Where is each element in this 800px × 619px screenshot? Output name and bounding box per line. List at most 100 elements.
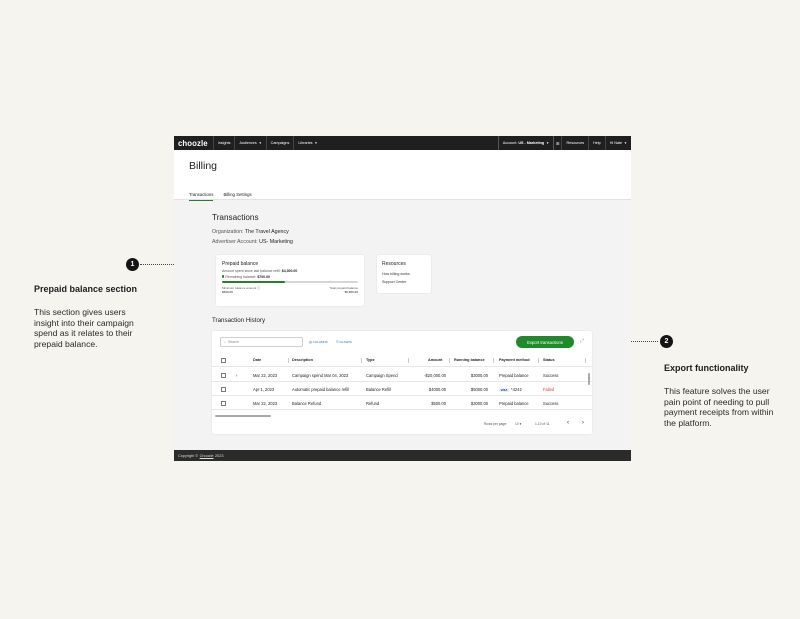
filters-label: FILTERS	[339, 340, 352, 344]
min-value: $500.00	[222, 290, 233, 294]
cell-status: Success	[543, 401, 559, 406]
footer-brand-link[interactable]: Choozle	[200, 454, 214, 458]
table-row[interactable]: Apr 1, 2023 Automatic prepaid balance re…	[212, 382, 592, 396]
spent-value: $4,300.00	[281, 269, 298, 273]
progress-fill	[222, 281, 285, 284]
table-header-row: Date Description Type Amount Running bal…	[212, 353, 592, 367]
cell-payment-method: Prepaid balance	[499, 373, 529, 378]
rows-per-page-value: 10	[515, 422, 519, 426]
nav-insights[interactable]: Insights	[212, 136, 235, 150]
table-row[interactable]: Mar 22, 2023 Balance Refund Refund $500.…	[212, 396, 592, 410]
col-type[interactable]: Type	[366, 358, 375, 362]
spent-line: Amount spent since last balance refill: …	[222, 269, 297, 273]
spent-label: Amount spent since last balance refill:	[222, 269, 281, 273]
col-payment-method[interactable]: Payment method	[499, 358, 530, 362]
account-switcher[interactable]: Account: US - Marketing ▼	[497, 136, 555, 150]
advertiser-line: Advertiser Account: US- Marketing	[212, 239, 293, 245]
account-name: US - Marketing	[518, 141, 545, 145]
expand-row-icon[interactable]: ›	[236, 373, 237, 378]
cell-running-balance: $3000.00	[470, 373, 488, 378]
tab-transactions[interactable]: Transactions	[189, 192, 214, 201]
cell-running-balance: $3000.00	[470, 401, 488, 406]
vertical-scrollbar[interactable]	[588, 373, 590, 385]
cell-status: Failed	[543, 387, 555, 392]
tab-billing-settings[interactable]: Billing Settings	[223, 192, 251, 201]
table-row[interactable]: › Mar 22, 2023 Campaign spend Mar 04, 20…	[212, 368, 592, 382]
total-balance: Total prepaid balance $5,000.00	[329, 286, 358, 294]
cell-description: Balance Refund	[292, 401, 322, 406]
nav-help[interactable]: Help	[588, 136, 605, 150]
resources-card: Resources How billing works Support Cent…	[377, 255, 431, 293]
col-divider	[288, 358, 289, 363]
filters-button[interactable]: ☰ FILTERS	[336, 340, 352, 344]
cell-description: Campaign spend Mar 04, 2023	[292, 373, 349, 378]
rows-per-page-label: Rows per page:	[484, 422, 508, 426]
export-transactions-button[interactable]: Export transactions	[516, 336, 574, 348]
nav-audiences[interactable]: Audiences ▼	[234, 136, 265, 150]
chevron-down-icon: ▼	[546, 141, 550, 145]
cell-description: Automatic prepaid balance refill	[292, 387, 350, 392]
remaining-label: Remaining balance:	[225, 274, 257, 279]
card-last4: *4242	[511, 387, 522, 392]
link-how-billing-works[interactable]: How billing works	[382, 272, 410, 276]
user-menu[interactable]: Hi Nate ▼	[604, 136, 631, 150]
col-divider	[585, 358, 586, 363]
section-title: Transactions	[212, 213, 259, 222]
col-status[interactable]: Status	[543, 358, 555, 362]
nav-resources[interactable]: Resources	[561, 136, 588, 150]
cell-running-balance: $5000.00	[470, 387, 488, 392]
row-checkbox[interactable]	[221, 387, 226, 393]
link-support-center[interactable]: Support Center	[382, 280, 406, 284]
search-icon: ⌕	[224, 340, 226, 344]
col-running-balance[interactable]: Running balance	[454, 358, 485, 362]
next-page-button[interactable]: ›	[582, 420, 584, 426]
info-icon[interactable]: ⓘ	[257, 286, 260, 290]
search-input[interactable]: ⌕ Search	[220, 337, 303, 347]
grid-icon[interactable]: ⊞	[554, 141, 561, 146]
annotation-prepaid: Prepaid balance section This section giv…	[34, 284, 149, 349]
top-nav: choozle Insights Audiences ▼ Campaigns Li…	[174, 136, 631, 150]
nav-label: Resources	[566, 141, 585, 145]
annotation-title: Prepaid balance section	[34, 284, 138, 294]
chevron-down-icon: ▼	[314, 141, 318, 145]
org-label: Organization:	[212, 229, 244, 235]
visa-card-icon: VISA	[499, 388, 510, 392]
select-all-checkbox[interactable]	[221, 358, 226, 364]
col-description[interactable]: Description	[292, 358, 313, 362]
account-prefix: Account:	[502, 141, 518, 145]
row-checkbox[interactable]	[221, 373, 226, 379]
col-divider	[361, 358, 362, 363]
min-balance: Minimum balance amount ⓘ $500.00	[222, 286, 260, 294]
total-value: $5,000.00	[344, 290, 358, 294]
brand-logo[interactable]: choozle	[174, 139, 213, 148]
col-divider	[408, 358, 409, 363]
rows-per-page-select[interactable]: 10 ▾	[515, 422, 521, 426]
cell-amount: $500.00	[431, 401, 446, 406]
annotation-badge-2: 2	[660, 335, 673, 348]
col-divider	[538, 358, 539, 363]
prepaid-balance-card: Prepaid balance Amount spent since last …	[216, 255, 364, 306]
cell-amount: -$20,000.00	[424, 373, 446, 378]
col-amount[interactable]: Amount	[428, 358, 442, 362]
card-title: Resources	[382, 261, 406, 267]
col-date[interactable]: Date	[253, 358, 261, 362]
remaining-value: $700.00	[257, 274, 270, 279]
tab-bar: Transactions Billing Settings	[189, 192, 252, 201]
columns-button[interactable]: ▥ COLUMNS	[309, 340, 328, 344]
footer: Copyright © Choozle 2023	[174, 450, 631, 461]
expand-icon[interactable]: ⤢	[580, 338, 584, 344]
annotation-text: This section gives users insight into th…	[34, 307, 134, 349]
nav-label: Help	[593, 141, 601, 145]
adv-value: US- Marketing	[259, 239, 293, 245]
page-title: Billing	[189, 160, 218, 172]
horizontal-scrollbar[interactable]	[215, 415, 271, 417]
pagination-range: 1-10 of 11	[535, 422, 550, 426]
nav-campaigns[interactable]: Campaigns	[265, 136, 294, 150]
row-checkbox[interactable]	[221, 401, 226, 407]
cell-date: Mar 22, 2023	[253, 373, 278, 378]
prev-page-button[interactable]: ‹	[567, 420, 569, 426]
nav-libraries[interactable]: Libraries ▼	[293, 136, 321, 150]
card-title: Prepaid balance	[222, 261, 259, 267]
annotation-text: This feature solves the user pain point …	[664, 386, 774, 428]
copyright-year: 2023	[215, 453, 224, 458]
